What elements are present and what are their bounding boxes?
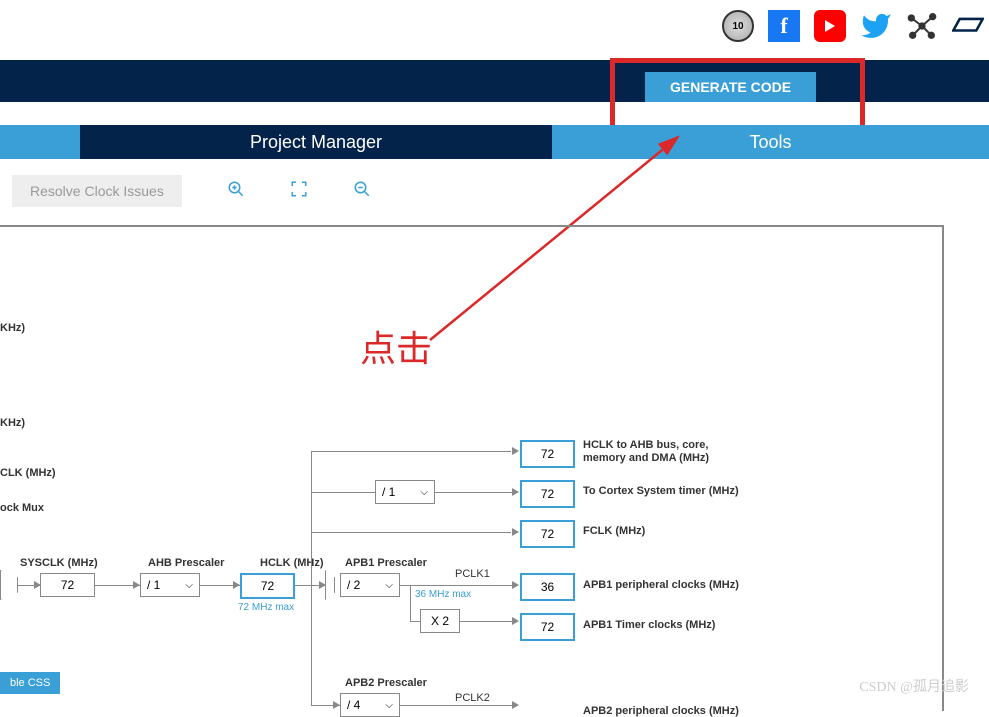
- apb1-periph-output[interactable]: 36: [520, 573, 575, 601]
- apb1-timer-mult: X 2: [420, 609, 460, 633]
- khz-label-1: KHz): [0, 322, 25, 334]
- watermark: CSDN @孤月追影: [859, 676, 969, 696]
- anniversary-badge-icon: 10: [722, 10, 754, 42]
- zoom-out-icon[interactable]: [353, 180, 371, 203]
- chevron-down-icon: ⌵: [420, 487, 428, 498]
- cortex-timer-output[interactable]: 72: [520, 480, 575, 508]
- hclk-label: HCLK (MHz): [260, 557, 324, 569]
- pclk2-label: PCLK2: [455, 692, 490, 704]
- youtube-icon[interactable]: [814, 10, 846, 42]
- apb2-prescaler-select[interactable]: / 4⌵: [340, 693, 400, 717]
- tab-project-manager[interactable]: Project Manager: [80, 125, 550, 159]
- clock-diagram: KHz) KHz) CLK (MHz) ock Mux SYSCLK (MHz)…: [0, 225, 944, 711]
- apb2-periph-desc: APB2 peripheral clocks (MHz): [583, 705, 739, 717]
- apb1-periph-desc: APB1 peripheral clocks (MHz): [583, 579, 739, 591]
- clock-mux-shape: [0, 570, 18, 600]
- fclk-output[interactable]: 72: [520, 520, 575, 548]
- resolve-clock-issues-button[interactable]: Resolve Clock Issues: [12, 175, 182, 207]
- fit-screen-icon[interactable]: [290, 180, 308, 203]
- community-icon[interactable]: [906, 10, 938, 42]
- hclk-ahb-desc: HCLK to AHB bus, core,memory and DMA (MH…: [583, 439, 709, 465]
- clock-mux-label: ock Mux: [0, 502, 44, 514]
- tab-blank[interactable]: [0, 125, 80, 159]
- pclk1-max-label: 36 MHz max: [415, 589, 471, 600]
- cortex-timer-desc: To Cortex System timer (MHz): [583, 485, 739, 497]
- khz-label-2: KHz): [0, 417, 25, 429]
- twitter-icon[interactable]: [860, 10, 892, 42]
- chevron-down-icon: ⌵: [185, 580, 193, 591]
- hclk-ahb-output[interactable]: 72: [520, 440, 575, 468]
- apb-mux-shape: [325, 570, 335, 600]
- ahb-prescaler-label: AHB Prescaler: [148, 557, 224, 569]
- apb1-prescaler-select[interactable]: / 2⌵: [340, 573, 400, 597]
- fclk-desc: FCLK (MHz): [583, 525, 645, 537]
- zoom-in-icon[interactable]: [227, 180, 245, 203]
- sysclk-label: SYSCLK (MHz): [20, 557, 98, 569]
- chevron-down-icon: ⌵: [385, 580, 393, 591]
- tab-tools[interactable]: Tools: [550, 125, 989, 159]
- hclk-input[interactable]: 72: [240, 573, 295, 599]
- enable-css-button[interactable]: ble CSS: [0, 672, 60, 694]
- generate-code-button[interactable]: GENERATE CODE: [645, 72, 816, 102]
- pclk1-label: PCLK1: [455, 568, 490, 580]
- cortex-div-select[interactable]: / 1⌵: [375, 480, 435, 504]
- facebook-icon[interactable]: f: [768, 10, 800, 42]
- clk-label: CLK (MHz): [0, 467, 56, 479]
- hclk-max-label: 72 MHz max: [238, 602, 294, 613]
- apb1-timer-output[interactable]: 72: [520, 613, 575, 641]
- apb1-prescaler-label: APB1 Prescaler: [345, 557, 427, 569]
- st-logo-icon[interactable]: [952, 10, 984, 42]
- ahb-prescaler-select[interactable]: / 1⌵: [140, 573, 200, 597]
- chevron-down-icon: ⌵: [385, 700, 393, 711]
- sysclk-input[interactable]: 72: [40, 573, 95, 597]
- apb1-timer-desc: APB1 Timer clocks (MHz): [583, 619, 715, 631]
- apb2-prescaler-label: APB2 Prescaler: [345, 677, 427, 689]
- tab-bar: Project Manager Tools: [0, 125, 989, 159]
